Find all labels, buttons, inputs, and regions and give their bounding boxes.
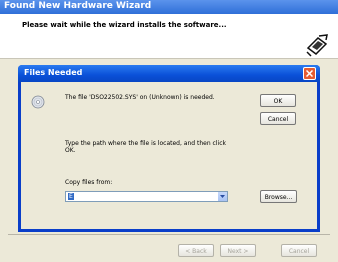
wizard-header: Please wait while the wizard installs th…: [0, 14, 338, 59]
wizard-header-text: Please wait while the wizard installs th…: [22, 21, 227, 29]
dialog-title: Files Needed: [24, 68, 83, 77]
dialog-titlebar: Files Needed: [18, 65, 320, 82]
instruction-text: Type the path where the file is located,…: [65, 140, 226, 154]
ok-button[interactable]: OK: [260, 94, 296, 107]
next-button[interactable]: Next >: [220, 244, 256, 257]
files-needed-dialog: Files Needed The file 'DSO22502.SYS' on …: [18, 65, 320, 232]
copy-files-value[interactable]: E: [68, 193, 74, 200]
wizard-titlebar: Found New Hardware Wizard: [0, 0, 338, 14]
wizard-cancel-button[interactable]: Cancel: [281, 244, 317, 257]
close-icon: [306, 70, 313, 77]
dialog-cancel-button[interactable]: Cancel: [260, 112, 296, 125]
hardware-wizard-window: Found New Hardware Wizard Please wait wh…: [0, 0, 338, 262]
chevron-down-icon: [220, 195, 225, 198]
browse-button[interactable]: Browse...: [260, 190, 297, 203]
cd-drive-icon: [31, 95, 45, 109]
hardware-wizard-icon: [305, 33, 329, 57]
wizard-title: Found New Hardware Wizard: [4, 1, 152, 11]
dropdown-button[interactable]: [218, 192, 227, 201]
copy-files-combobox[interactable]: E: [65, 191, 228, 202]
back-button[interactable]: < Back: [178, 244, 214, 257]
copy-files-label: Copy files from:: [65, 179, 113, 186]
wizard-separator: [8, 234, 330, 235]
close-button[interactable]: [303, 67, 316, 80]
file-needed-message: The file 'DSO22502.SYS' on (Unknown) is …: [65, 94, 215, 101]
dialog-body: The file 'DSO22502.SYS' on (Unknown) is …: [21, 82, 317, 229]
